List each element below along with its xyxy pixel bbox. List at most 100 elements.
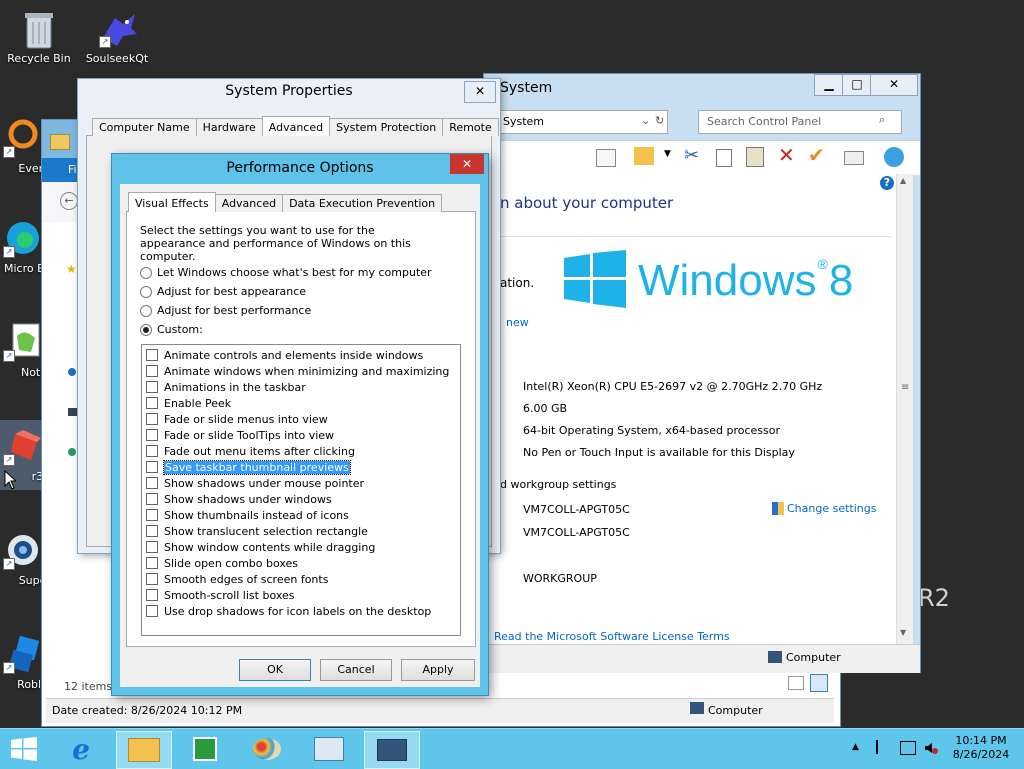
effect-checkbox[interactable] bbox=[146, 413, 158, 425]
rename-icon[interactable] bbox=[844, 151, 864, 165]
effect-item[interactable]: Show thumbnails instead of icons bbox=[142, 507, 460, 523]
effect-item[interactable]: Show shadows under windows bbox=[142, 491, 460, 507]
tab-advanced[interactable]: Advanced bbox=[214, 194, 284, 212]
details-view-icon[interactable] bbox=[788, 676, 804, 690]
tab-remote[interactable]: Remote bbox=[442, 118, 499, 136]
delete-icon[interactable]: ✕ bbox=[778, 143, 795, 167]
effect-item[interactable]: Fade out menu items after clicking bbox=[142, 443, 460, 459]
network-icon[interactable] bbox=[900, 741, 916, 755]
volume-muted-icon[interactable] bbox=[924, 741, 938, 754]
layout-pane-icon[interactable] bbox=[596, 149, 616, 167]
ok-button[interactable]: OK bbox=[239, 659, 311, 681]
performance-options-dialog[interactable]: Performance Options ✕ Visual Effects Adv… bbox=[112, 154, 488, 695]
taskbar-control-panel[interactable] bbox=[302, 731, 356, 767]
desktop-icon-soulseekqt[interactable]: ↗ SoulseekQt bbox=[80, 8, 154, 65]
effects-list[interactable]: Animate controls and elements inside win… bbox=[141, 344, 461, 636]
effect-item[interactable]: Fade or slide menus into view bbox=[142, 411, 460, 427]
effect-item[interactable]: Smooth-scroll list boxes bbox=[142, 587, 460, 603]
effect-item[interactable]: Animate windows when minimizing and maxi… bbox=[142, 363, 460, 379]
scroll-thumb-grip-icon[interactable]: ≡ bbox=[901, 382, 909, 393]
effect-item[interactable]: Save taskbar thumbnail previews bbox=[142, 459, 460, 475]
close-button[interactable]: ✕ bbox=[450, 154, 484, 174]
tab-advanced[interactable]: Advanced bbox=[261, 116, 331, 136]
cut-icon[interactable]: ✂ bbox=[684, 145, 699, 166]
radio-best-performance[interactable]: Adjust for best performance bbox=[140, 301, 432, 320]
minimize-button[interactable]: ▁ bbox=[814, 74, 844, 96]
get-new-link[interactable]: new bbox=[506, 316, 529, 329]
effect-checkbox[interactable] bbox=[146, 573, 158, 585]
effect-checkbox[interactable] bbox=[146, 525, 158, 537]
taskbar-system-properties[interactable] bbox=[364, 731, 420, 769]
change-settings-link[interactable]: Change settings bbox=[772, 502, 876, 515]
radio-button[interactable] bbox=[140, 304, 152, 317]
radio-custom[interactable]: Custom: bbox=[140, 320, 432, 339]
radio-button[interactable] bbox=[140, 266, 152, 279]
effect-checkbox[interactable] bbox=[146, 349, 158, 361]
action-center-flag-icon[interactable] bbox=[876, 740, 890, 754]
radio-let-windows-choose[interactable]: Let Windows choose what's best for my co… bbox=[140, 263, 432, 282]
effect-checkbox[interactable] bbox=[146, 445, 158, 457]
network-icon[interactable] bbox=[68, 448, 76, 456]
checkmark-icon[interactable]: ✔ bbox=[808, 143, 825, 167]
effect-checkbox[interactable] bbox=[146, 589, 158, 601]
search-icon[interactable]: ⌕ bbox=[879, 113, 885, 127]
radio-button[interactable] bbox=[140, 323, 152, 336]
start-button[interactable] bbox=[0, 731, 48, 767]
back-arrow-icon[interactable]: ← bbox=[60, 192, 78, 210]
cancel-button[interactable]: Cancel bbox=[320, 659, 392, 681]
chevron-down-icon[interactable]: ⌄ bbox=[641, 114, 650, 127]
large-icons-view-icon[interactable] bbox=[810, 674, 828, 692]
copy-icon[interactable] bbox=[716, 149, 732, 167]
effect-checkbox[interactable] bbox=[146, 461, 158, 473]
effect-checkbox[interactable] bbox=[146, 365, 158, 377]
effect-item[interactable]: Show shadows under mouse pointer bbox=[142, 475, 460, 491]
close-button[interactable]: ✕ bbox=[870, 74, 918, 96]
help-icon[interactable]: ? bbox=[880, 176, 894, 190]
search-field[interactable]: Search Control Panel ⌕ bbox=[698, 110, 902, 134]
close-button[interactable]: ✕ bbox=[464, 81, 496, 103]
tab-hardware[interactable]: Hardware bbox=[195, 118, 263, 136]
address-bar[interactable]: System ⌄ ↻ bbox=[490, 110, 668, 134]
clock[interactable]: 10:14 PM 8/26/2024 bbox=[944, 734, 1018, 762]
taskbar-internet-explorer[interactable]: e bbox=[54, 731, 108, 767]
effect-item[interactable]: Animations in the taskbar bbox=[142, 379, 460, 395]
tab-data-execution-prevention[interactable]: Data Execution Prevention bbox=[282, 194, 443, 212]
system-window[interactable]: System ▁ □ ✕ System ⌄ ↻ Search Control P… bbox=[484, 74, 920, 673]
maximize-button[interactable]: □ bbox=[842, 74, 872, 96]
favorites-star-icon[interactable]: ★ bbox=[66, 262, 77, 276]
taskbar-paint[interactable] bbox=[240, 731, 294, 767]
radio-best-appearance[interactable]: Adjust for best appearance bbox=[140, 282, 432, 301]
effect-checkbox[interactable] bbox=[146, 381, 158, 393]
effect-item[interactable]: Smooth edges of screen fonts bbox=[142, 571, 460, 587]
apply-button[interactable]: Apply bbox=[401, 659, 475, 681]
effect-item[interactable]: Slide open combo boxes bbox=[142, 555, 460, 571]
effect-checkbox[interactable] bbox=[146, 493, 158, 505]
desktop-icon-recycle-bin[interactable]: Recycle Bin bbox=[2, 8, 76, 65]
effect-checkbox[interactable] bbox=[146, 605, 158, 617]
effect-checkbox[interactable] bbox=[146, 429, 158, 441]
tray-overflow-icon[interactable]: ▲ bbox=[852, 742, 859, 752]
scroll-up-icon[interactable]: ▲ bbox=[900, 176, 906, 185]
taskbar-store[interactable] bbox=[178, 731, 232, 767]
tab-computer-name[interactable]: Computer Name bbox=[92, 118, 197, 136]
properties-icon[interactable] bbox=[634, 147, 654, 165]
effect-checkbox[interactable] bbox=[146, 477, 158, 489]
tab-system-protection[interactable]: System Protection bbox=[329, 118, 444, 136]
vertical-scrollbar[interactable]: ▲ ≡ ▼ bbox=[896, 174, 913, 644]
effect-item[interactable]: Show translucent selection rectangle bbox=[142, 523, 460, 539]
radio-button[interactable] bbox=[140, 285, 152, 298]
computer-nav-icon[interactable] bbox=[68, 408, 78, 416]
effect-item[interactable]: Fade or slide ToolTips into view bbox=[142, 427, 460, 443]
effect-checkbox[interactable] bbox=[146, 397, 158, 409]
tab-visual-effects[interactable]: Visual Effects bbox=[128, 192, 216, 212]
help-globe-icon[interactable] bbox=[884, 147, 904, 167]
effect-item[interactable]: Enable Peek bbox=[142, 395, 460, 411]
effect-item[interactable]: Use drop shadows for icon labels on the … bbox=[142, 603, 460, 619]
effect-item[interactable]: Show window contents while dragging bbox=[142, 539, 460, 555]
homegroup-icon[interactable] bbox=[68, 368, 76, 376]
effect-checkbox[interactable] bbox=[146, 509, 158, 521]
effect-checkbox[interactable] bbox=[146, 557, 158, 569]
effect-item[interactable]: Animate controls and elements inside win… bbox=[142, 347, 460, 363]
refresh-icon[interactable]: ↻ bbox=[655, 114, 664, 127]
chevron-down-icon[interactable]: ▼ bbox=[664, 149, 671, 159]
